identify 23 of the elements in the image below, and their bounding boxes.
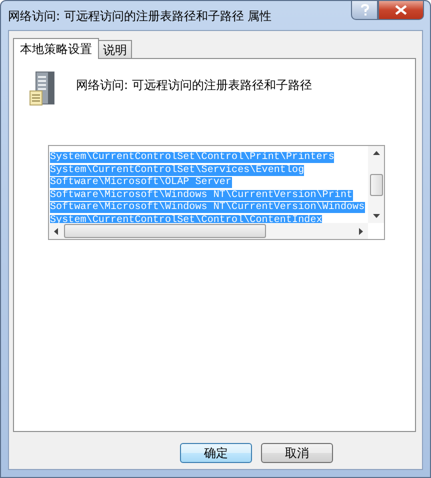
vertical-scrollbar[interactable]	[368, 146, 384, 223]
scroll-thumb[interactable]	[370, 174, 382, 196]
dialog-button[interactable]: 取消	[261, 443, 333, 463]
path-text[interactable]: Software\Microsoft\Windows NT\CurrentVersion\Windows	[50, 202, 365, 213]
help-icon	[360, 4, 370, 16]
tab[interactable]: 本地策略设置	[13, 38, 99, 59]
path-text[interactable]: Software\Microsoft\Windows NT\CurrentVersion\Print	[50, 190, 353, 200]
scroll-down-icon[interactable]	[372, 214, 380, 219]
path-text[interactable]: System\CurrentControlSet\Services\Eventlog	[50, 164, 304, 176]
dialog-button[interactable]: 确定	[180, 443, 252, 463]
close-button[interactable]	[378, 1, 424, 20]
policy-title: 网络访问: 可远程访问的注册表路径和子路径	[76, 77, 312, 94]
tab[interactable]: 说明	[98, 40, 132, 58]
scroll-left-icon[interactable]	[53, 228, 58, 234]
scroll-right-icon[interactable]	[359, 228, 364, 234]
scroll-thumb[interactable]	[64, 224, 266, 238]
close-icon	[395, 5, 407, 15]
scroll-up-icon[interactable]	[372, 150, 380, 155]
path-text[interactable]: Software\Microsoft\OLAP Server	[50, 177, 232, 188]
help-button[interactable]	[351, 1, 378, 20]
window-title: 网络访问: 可远程访问的注册表路径和子路径 属性	[8, 8, 272, 25]
horizontal-scrollbar[interactable]	[49, 223, 368, 239]
path-text[interactable]: System\CurrentControlSet\Control\Print\Printers	[50, 152, 334, 163]
